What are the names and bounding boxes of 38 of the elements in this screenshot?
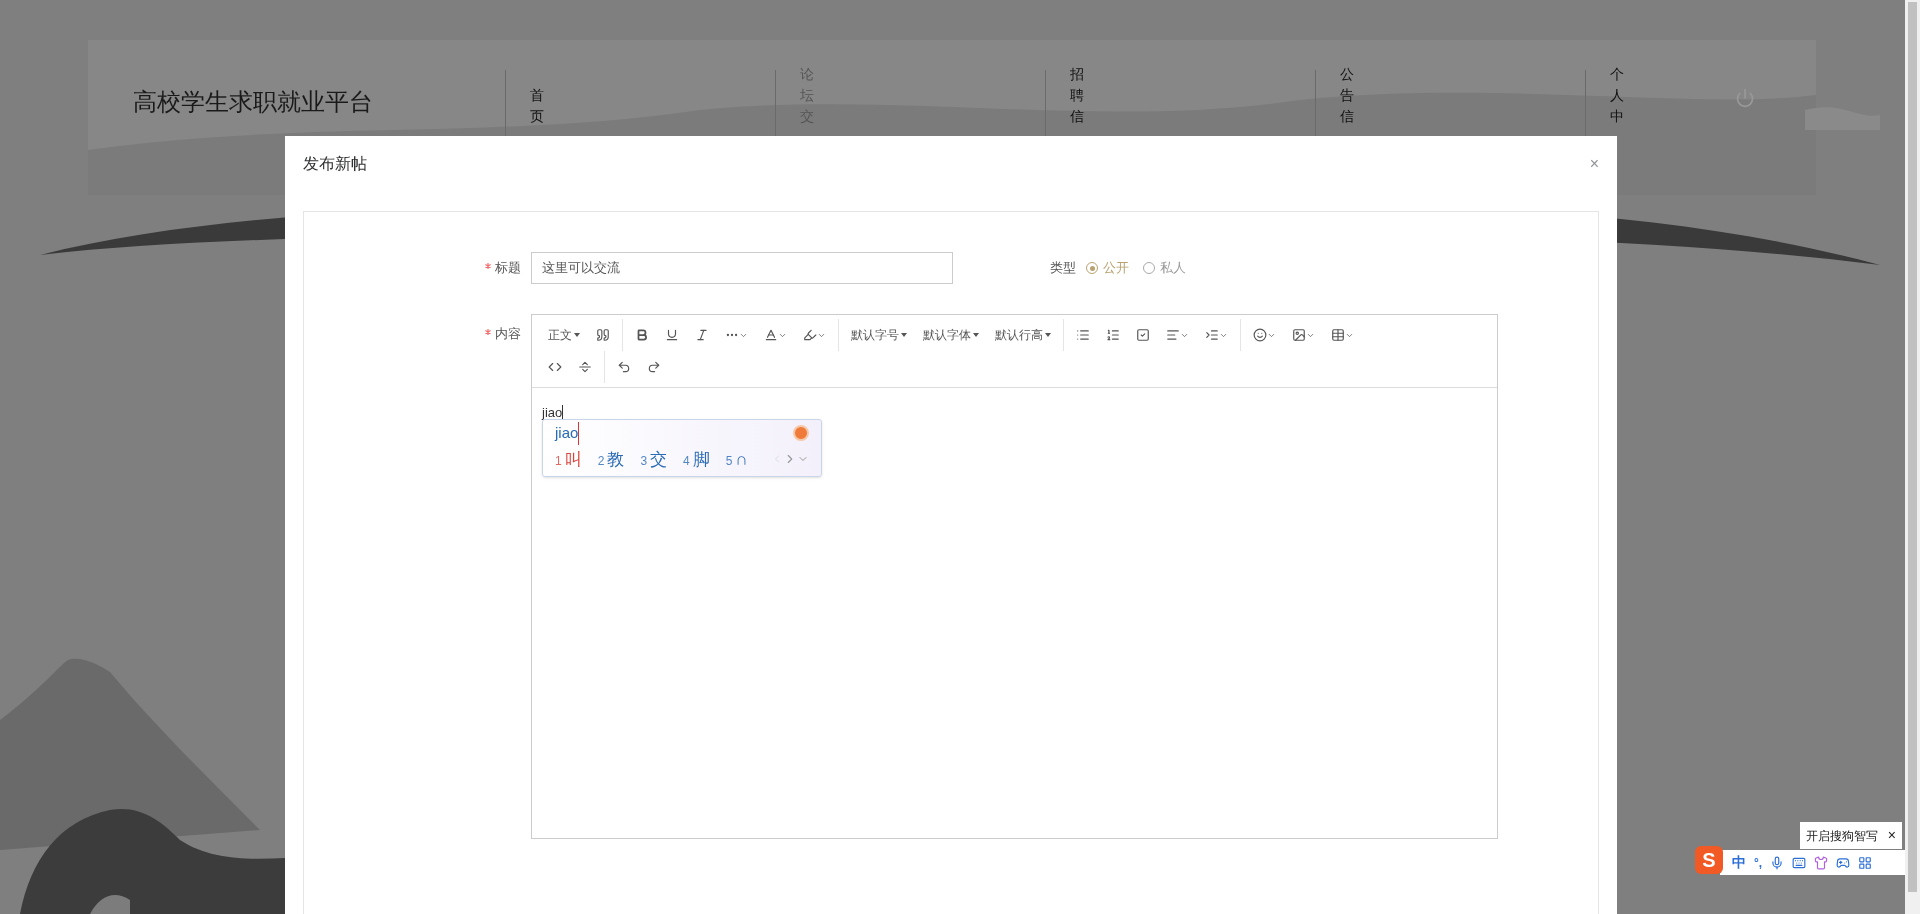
nav-item[interactable]: 首页 [530,85,544,140]
caret-icon [901,333,907,337]
caret-icon [574,333,580,337]
title-input[interactable]: 这里可以交流 [531,252,953,284]
toolbar-dropdown[interactable]: 正文 [540,321,588,349]
language-mode[interactable]: 中 [1732,852,1746,873]
ime-logo[interactable]: S [1695,846,1723,874]
field-label: 标题 [495,259,521,278]
ime-candidate[interactable]: 4 脚 [683,446,710,472]
dialog-title: 发布新帖 [303,153,367,174]
nav-item[interactable]: 个人中 [1610,64,1624,140]
field-label: 类型 [1050,259,1076,278]
tooltip-text: 开启搜狗智写 [1806,827,1878,845]
ime-composition: jiao [555,422,580,445]
toolbar-dropdown[interactable]: 默认行高 [987,321,1059,349]
field-label: 内容 [495,325,521,343]
caret-icon [973,333,979,337]
toolbar-dropdown[interactable]: 默认字体 [915,321,987,349]
ime-candidate[interactable]: 1 叫 [555,446,582,472]
radio-option[interactable]: 私人 [1143,258,1186,278]
ime-candidate[interactable]: 3 交 [640,446,668,472]
nav-item[interactable]: 招聘信 [1070,64,1084,140]
ime-candidate[interactable]: 5 ∩ [725,446,748,472]
microphone-icon[interactable] [1770,855,1785,870]
grid-icon[interactable] [1858,855,1873,870]
keyboard-icon[interactable] [1792,855,1807,870]
caret-icon [1045,333,1051,337]
rich-text-editor[interactable]: 正文 默认字号 默认字体 默认行高 jiao jiao 1 叫 2 教 3 交 4 脚 5 ∩ [531,314,1498,839]
toolbar-dropdown[interactable]: 默认字号 [843,321,915,349]
close-button[interactable]: × [1887,825,1896,846]
mascot-icon [793,425,809,442]
site-title: 高校学生求职就业平台 [133,87,374,117]
close-button[interactable]: × [1589,151,1599,176]
shirt-icon[interactable] [1814,855,1829,870]
ime-candidate[interactable]: 2 教 [597,446,625,472]
punctuation-mode[interactable]: °, [1754,853,1763,872]
nav-item[interactable]: 公告信 [1340,64,1354,140]
gamepad-icon[interactable] [1836,855,1851,870]
